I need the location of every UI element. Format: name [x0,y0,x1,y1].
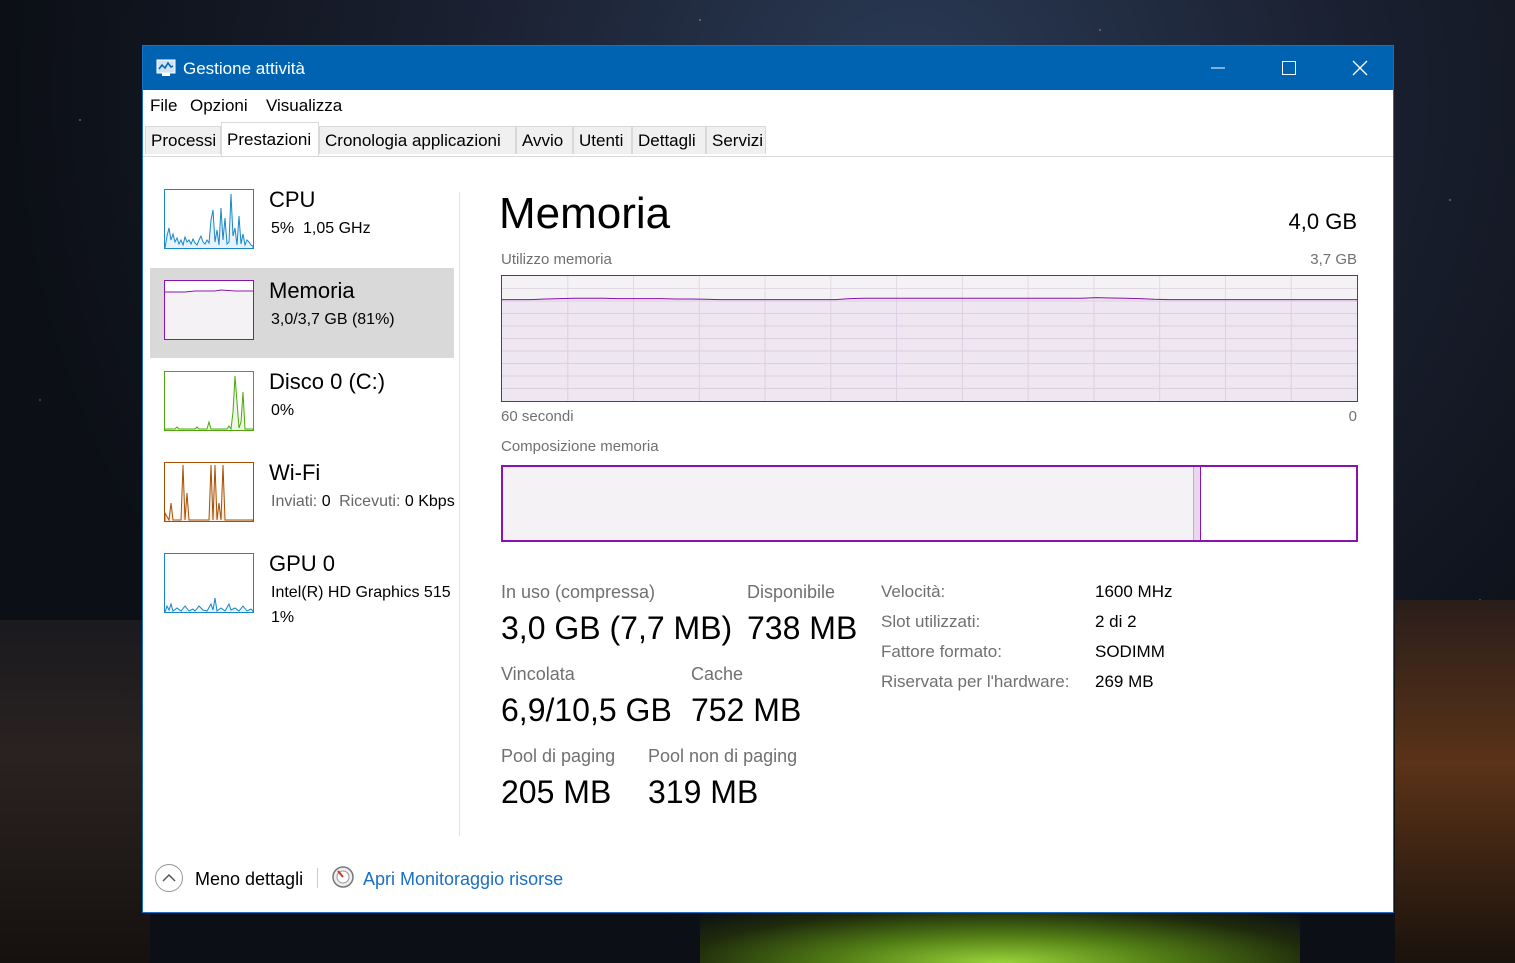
committed-value: 6,9/10,5 GB [501,692,672,728]
axis-left-label: 60 secondi [501,408,574,425]
cached-label: Cache [691,664,744,684]
fewer-details-label[interactable]: Meno dettagli [195,869,303,890]
usage-graph-label: Utilizzo memoria [501,251,612,268]
open-resource-monitor-link[interactable]: Apri Monitoraggio risorse [363,869,563,890]
memory-total: 4,0 GB [1288,209,1357,234]
menu-bar: File Opzioni Visualizza [143,90,1393,119]
maximize-icon [1282,61,1296,75]
close-button[interactable] [1325,46,1395,90]
sidebar-divider [459,192,460,836]
wifi-sent-value: 0 [321,493,331,510]
sidebar-item-gpu[interactable]: GPU 0 Intel(R) HD Graphics 515 1% [150,541,454,631]
in-use-label: In uso (compressa) [501,582,656,602]
composition-in-use [503,467,1194,540]
wifi-thumbnail-graph [164,462,254,522]
nonpaged-pool-value: 319 MB [648,774,759,810]
fewer-details-button[interactable] [155,864,183,892]
tab-startup[interactable]: Avvio [516,126,573,154]
usage-graph-max: 3,7 GB [1310,251,1357,268]
resource-monitor-icon[interactable] [331,865,355,889]
speed-value: 1600 MHz [1095,582,1173,601]
cached-value: 752 MB [691,692,802,728]
menu-file[interactable]: File [150,96,177,116]
hardware-reserved-value: 269 MB [1095,672,1154,691]
paged-pool-value: 205 MB [501,774,612,810]
speed-label: Velocità: [881,582,946,601]
memory-subtitle: 3,0/3,7 GB (81%) [271,311,395,328]
memory-usage-area [502,297,1357,401]
minimize-button[interactable] [1183,46,1253,90]
tab-users[interactable]: Utenti [573,126,632,154]
sidebar-item-disk[interactable]: Disco 0 (C:) 0% [150,359,454,449]
gpu-thumbnail-graph [164,553,254,613]
task-manager-icon [156,59,176,76]
sidebar-item-wifi[interactable]: Wi-Fi Inviati: 0 Ricevuti: 0 Kbps [150,450,455,540]
wifi-subtitle: Inviati: 0 Ricevuti: 0 Kbps [271,493,455,511]
memory-usage-graph [501,275,1358,402]
tab-app-history[interactable]: Cronologia applicazioni [319,126,516,154]
title-bar[interactable]: Gestione attività [143,46,1393,90]
sidebar-item-memory[interactable]: Memoria 3,0/3,7 GB (81%) [150,268,454,358]
desktop-tent-glow [700,913,1300,963]
in-use-value: 3,0 GB (7,7 MB) [501,610,733,646]
footer-separator [317,868,318,888]
axis-right-label: 0 [1348,408,1357,425]
cpu-subtitle: 5% 1,05 GHz [271,220,371,237]
task-manager-window: Gestione attività File Opzioni Visualizz… [142,45,1394,913]
gpu-usage: 1% [271,609,295,626]
memory-title: Memoria [269,278,355,303]
form-factor-label: Fattore formato: [881,642,1002,661]
disk-thumbnail-graph [164,371,254,431]
wifi-sent-label: Inviati: [271,493,318,510]
menu-view[interactable]: Visualizza [266,96,342,116]
composition-label: Composizione memoria [501,438,659,455]
wifi-recv-value: 0 Kbps [404,493,455,510]
gpu-item-clip: GPU 0 Intel(R) HD Graphics 515 1% [150,541,460,631]
chevron-up-icon [162,873,176,882]
slots-label: Slot utilizzati: [881,612,981,631]
nonpaged-pool-label: Pool non di paging [648,746,798,766]
cpu-thumbnail-graph [164,189,254,249]
page-title: Memoria [499,189,671,238]
tab-performance[interactable]: Prestazioni [221,122,319,156]
wifi-recv-label: Ricevuti: [339,493,401,510]
cpu-title: CPU [269,187,316,212]
tab-details[interactable]: Dettagli [632,126,706,154]
available-value: 738 MB [747,610,858,646]
disk-title: Disco 0 (C:) [269,369,386,394]
available-label: Disponibile [747,582,836,602]
minimize-icon [1211,67,1225,69]
desktop-mountain-left [0,620,150,963]
slots-value: 2 di 2 [1095,612,1137,631]
menu-options[interactable]: Opzioni [190,96,248,116]
gpu-subtitle: Intel(R) HD Graphics 515 [271,584,451,601]
maximize-button[interactable] [1254,46,1324,90]
close-icon [1352,60,1368,76]
hardware-reserved-label: Riservata per l'hardware: [881,672,1070,691]
committed-label: Vincolata [501,664,575,684]
wifi-item-clip: Wi-Fi Inviati: 0 Ricevuti: 0 Kbps [150,450,460,540]
sidebar-item-cpu[interactable]: CPU 5% 1,05 GHz [150,177,454,267]
window-title: Gestione attività [183,59,305,78]
form-factor-value: SODIMM [1095,642,1165,661]
tab-processes[interactable]: Processi [145,126,221,154]
paged-pool-label: Pool di paging [501,746,616,766]
gpu-title: GPU 0 [269,551,336,576]
memory-thumbnail-graph [164,280,254,340]
memory-usage-svg [502,276,1357,401]
disk-subtitle: 0% [271,402,295,419]
memory-composition-bar [501,465,1358,542]
desktop-mountain-right [1395,600,1515,963]
composition-modified [1194,467,1201,540]
wifi-title: Wi-Fi [269,460,321,485]
tab-services[interactable]: Servizi [706,126,766,154]
tab-bar: Processi Prestazioni Cronologia applicaz… [143,119,1393,157]
